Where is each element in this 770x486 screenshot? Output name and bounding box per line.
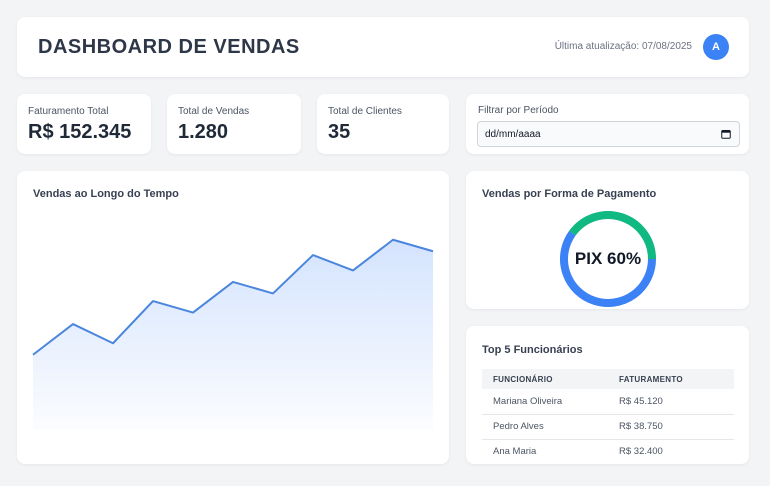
kpi-card-clientes: Total de Clientes 35 (317, 94, 449, 154)
user-avatar[interactable]: A (703, 34, 729, 60)
employees-table: FUNCIONÁRIO FATURAMENTO Mariana Oliveira… (482, 369, 734, 464)
employee-name: Pedro Alves (482, 414, 617, 440)
top-employees-card: Top 5 Funcionários FUNCIONÁRIO FATURAMEN… (466, 326, 749, 464)
dashboard-header: DASHBOARD DE VENDAS Última atualização: … (17, 17, 749, 77)
employee-revenue: R$ 38.750 (617, 414, 734, 440)
date-input[interactable]: dd/mm/aaaa (477, 121, 740, 147)
payment-donut-chart: PIX 60% (560, 211, 656, 307)
sales-over-time-card: Vendas ao Longo do Tempo (17, 171, 449, 464)
table-row[interactable]: Mariana Oliveira R$ 45.120 (482, 389, 734, 415)
payment-method-card: Vendas por Forma de Pagamento PIX 60% (466, 171, 749, 309)
kpi-value: R$ 152.345 (28, 121, 132, 143)
employee-revenue: R$ 45.120 (617, 389, 734, 415)
table-row[interactable]: Ana Maria R$ 32.400 (482, 439, 734, 464)
sales-line-chart (32, 238, 434, 429)
kpi-label: Faturamento Total (28, 106, 109, 117)
table-header-row: FUNCIONÁRIO FATURAMENTO (482, 369, 734, 389)
column-header-revenue: FATURAMENTO (617, 369, 734, 389)
calendar-icon[interactable] (721, 129, 731, 139)
employee-name: Ana Maria (482, 439, 617, 464)
kpi-label: Total de Clientes (328, 106, 402, 117)
page-title: DASHBOARD DE VENDAS (38, 36, 300, 58)
kpi-value: 1.280 (178, 121, 229, 143)
employee-revenue: R$ 32.400 (617, 439, 734, 464)
kpi-value: 35 (328, 121, 351, 143)
kpi-card-vendas: Total de Vendas 1.280 (167, 94, 301, 154)
filter-label: Filtrar por Período (478, 105, 559, 116)
kpi-card-faturamento: Faturamento Total R$ 152.345 (17, 94, 151, 154)
last-update-text: Última atualização: 07/08/2025 (554, 41, 692, 52)
chart-title: Vendas por Forma de Pagamento (482, 188, 657, 200)
column-header-employee: FUNCIONÁRIO (482, 369, 617, 389)
donut-slice-pix[interactable] (560, 230, 656, 307)
table-title: Top 5 Funcionários (482, 344, 583, 356)
kpi-label: Total de Vendas (178, 106, 250, 117)
employee-name: Mariana Oliveira (482, 389, 617, 415)
table-row[interactable]: Pedro Alves R$ 38.750 (482, 414, 734, 440)
date-input-placeholder: dd/mm/aaaa (485, 129, 541, 140)
period-filter-card: Filtrar por Período dd/mm/aaaa (466, 94, 749, 154)
donut-center-label: PIX 60% (575, 249, 641, 268)
